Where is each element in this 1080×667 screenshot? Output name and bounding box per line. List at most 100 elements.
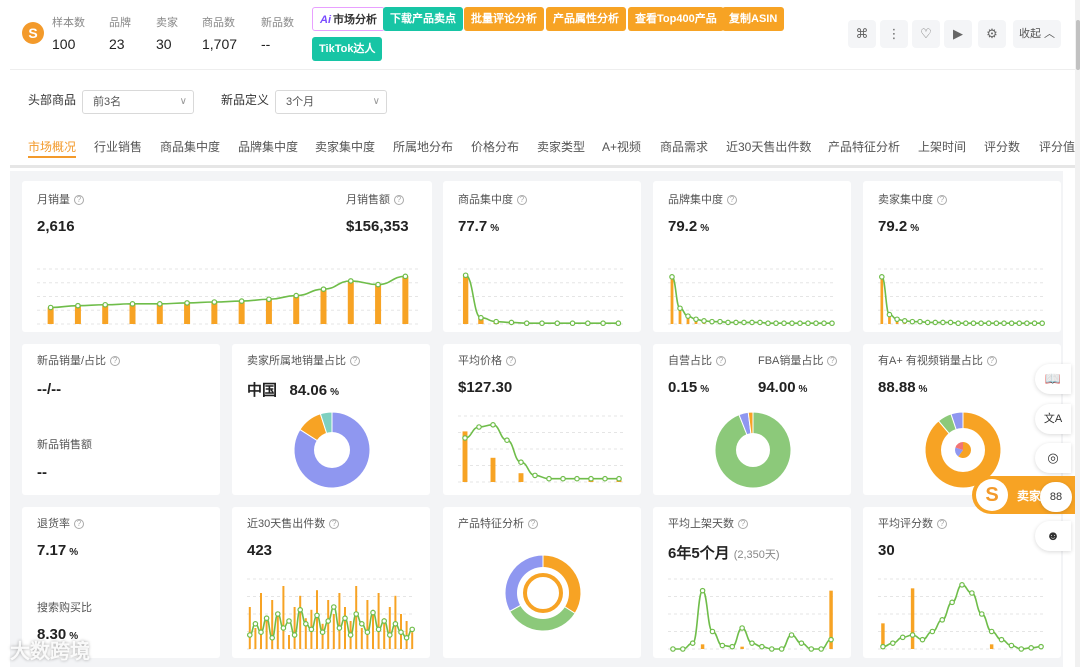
bar — [700, 644, 705, 649]
bar — [271, 600, 274, 649]
new-product-definition-select[interactable]: 3个月 ∨ — [275, 90, 387, 114]
data-point — [680, 646, 686, 652]
bar — [670, 276, 674, 324]
heart-icon[interactable]: ♡ — [912, 20, 940, 48]
brand-concentration-chart — [668, 268, 836, 327]
data-point — [1039, 320, 1045, 327]
chevron-down-icon: ∨ — [372, 96, 380, 107]
data-point — [1028, 645, 1034, 651]
chat-bot-icon[interactable]: ☻ — [1035, 521, 1071, 551]
card-title: 新品销量/占比? — [37, 352, 121, 368]
tab-region-distribution[interactable]: 所属地分布 — [393, 138, 453, 155]
tab-seller-type[interactable]: 卖家类型 — [537, 138, 585, 155]
data-point — [325, 618, 332, 624]
book-icon[interactable]: 📖 — [1035, 364, 1071, 394]
more-icon[interactable]: ⋮ — [880, 20, 908, 48]
data-point — [302, 620, 309, 627]
tab-rating-count[interactable]: 评分数 — [984, 138, 1020, 155]
donut-hole — [314, 432, 350, 468]
signal-icon[interactable]: ◎ — [1035, 443, 1071, 473]
copy-asin-button[interactable]: 复制ASIN — [722, 7, 785, 31]
seller-concentration-chart — [878, 268, 1046, 327]
watermark-logo: 大数跨境 — [10, 641, 90, 663]
data-point — [252, 620, 259, 627]
data-point — [1001, 320, 1007, 327]
data-point — [778, 646, 785, 652]
translate-icon[interactable]: 文A — [1035, 404, 1071, 434]
stat-value: 30 — [156, 36, 172, 52]
data-point — [476, 424, 482, 430]
bar — [366, 600, 369, 649]
data-point — [518, 459, 524, 466]
data-point — [798, 640, 805, 646]
new-revenue-value: -- — [37, 464, 47, 481]
bar — [254, 628, 257, 649]
tab-listing-time[interactable]: 上架时间 — [918, 138, 966, 155]
inner-hole — [531, 581, 555, 605]
tab-seller-concentration[interactable]: 卖家集中度 — [315, 138, 375, 155]
data-point — [539, 320, 545, 327]
tab-product-concentration[interactable]: 商品集中度 — [160, 138, 220, 155]
tab-sold-30-days[interactable]: 近30天售出件数 — [726, 138, 811, 155]
bar — [299, 595, 302, 649]
data-point — [959, 582, 965, 588]
video-icon[interactable]: ▶ — [944, 20, 972, 48]
help-icon: ? — [937, 519, 947, 530]
bar — [316, 590, 318, 649]
bar — [375, 284, 382, 324]
scrollbar-thumb[interactable] — [1076, 20, 1080, 70]
tab-aplus-video[interactable]: A+视频 — [602, 138, 641, 155]
grid-icon[interactable]: ⌘ — [848, 20, 876, 48]
apps-icon[interactable]: 88 — [1040, 482, 1072, 512]
data-point — [929, 628, 936, 635]
help-icon: ? — [528, 519, 538, 530]
data-point — [286, 618, 292, 624]
tab-market-overview[interactable]: 市场概况 — [28, 138, 76, 155]
fba-value: 94.00% — [758, 379, 808, 396]
data-point — [532, 472, 538, 479]
scrollbar-track[interactable] — [1075, 0, 1080, 667]
data-point — [280, 625, 287, 631]
data-point — [238, 298, 245, 304]
select-value: 前3名 — [93, 96, 122, 108]
data-point — [963, 320, 969, 327]
tab-rating-value[interactable]: 评分值 — [1039, 138, 1075, 155]
tab-brand-concentration[interactable]: 品牌集中度 — [238, 138, 298, 155]
help-icon: ? — [716, 356, 726, 367]
data-point — [940, 319, 946, 326]
product-attribute-analysis-button[interactable]: 产品属性分析 — [546, 7, 626, 31]
data-point — [699, 587, 706, 594]
tab-product-demand[interactable]: 商品需求 — [660, 138, 708, 155]
bar — [129, 303, 136, 324]
bar — [276, 614, 279, 649]
card-title: 平均价格? — [458, 352, 516, 368]
bar — [265, 621, 268, 649]
data-point — [701, 318, 707, 324]
collapse-button[interactable]: 收起 ︿ — [1013, 20, 1061, 48]
data-point — [1024, 320, 1030, 327]
head-products-select[interactable]: 前3名 ∨ — [82, 90, 194, 114]
tab-feature-analysis[interactable]: 产品特征分析 — [828, 138, 900, 155]
ai-market-analysis-button[interactable]: Ai 市场分析 — [312, 7, 385, 31]
batch-review-analysis-button[interactable]: 批量评论分析 — [464, 7, 544, 31]
monthly-revenue-value: $156,353 — [346, 218, 409, 235]
data-point — [554, 320, 561, 327]
help-icon: ? — [986, 356, 997, 367]
view-top400-button[interactable]: 查看Top400产品 — [628, 7, 724, 31]
bar — [388, 607, 391, 649]
card-new-product-sales: 新品销量/占比? --/-- 新品销售额 -- — [22, 344, 220, 495]
aplus-value: 88.88% — [878, 379, 928, 396]
seller-region-value: 中国 84.06% — [247, 382, 339, 399]
data-point — [588, 475, 594, 482]
tab-industry-sales[interactable]: 行业销售 — [94, 138, 142, 155]
tab-price-distribution[interactable]: 价格分布 — [471, 138, 519, 155]
series-line — [882, 584, 1042, 650]
tiktok-influencer-button[interactable]: TikTok达人 — [312, 37, 383, 61]
settings-icon[interactable]: ⚙ — [978, 20, 1006, 48]
data-point — [693, 316, 699, 323]
bar — [355, 586, 358, 649]
data-point — [47, 304, 54, 311]
stat-label: 商品数 — [202, 17, 235, 29]
data-point — [347, 632, 354, 638]
download-selling-points-button[interactable]: 下载产品卖点 — [383, 7, 463, 31]
